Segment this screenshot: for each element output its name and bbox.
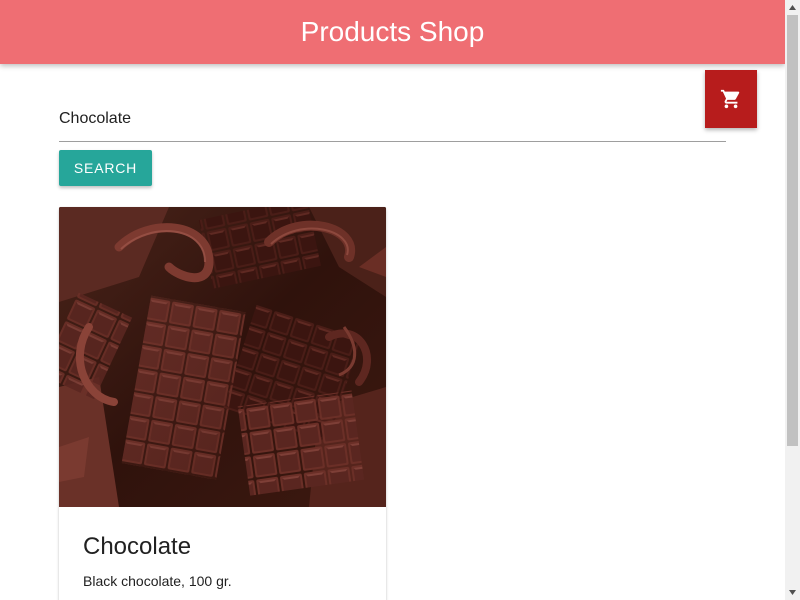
scroll-up-arrow-icon[interactable] — [785, 0, 800, 15]
search-field — [59, 104, 726, 142]
product-card[interactable]: Chocolate Black chocolate, 100 gr. — [59, 207, 386, 600]
product-image — [59, 207, 386, 507]
product-title: Chocolate — [83, 533, 192, 560]
app-title: Products Shop — [300, 16, 485, 47]
vertical-scrollbar[interactable] — [785, 0, 800, 600]
scrollbar-thumb[interactable] — [787, 15, 798, 446]
search-button[interactable]: Search — [59, 150, 152, 186]
app-header: Products Shop — [0, 0, 785, 64]
scroll-down-arrow-icon[interactable] — [785, 585, 800, 600]
product-description: Black chocolate, 100 gr. — [83, 573, 232, 589]
page: Products Shop Search — [0, 0, 785, 600]
shopping-cart-icon — [720, 89, 740, 109]
search-input[interactable] — [59, 104, 726, 134]
cart-button[interactable] — [705, 70, 757, 128]
